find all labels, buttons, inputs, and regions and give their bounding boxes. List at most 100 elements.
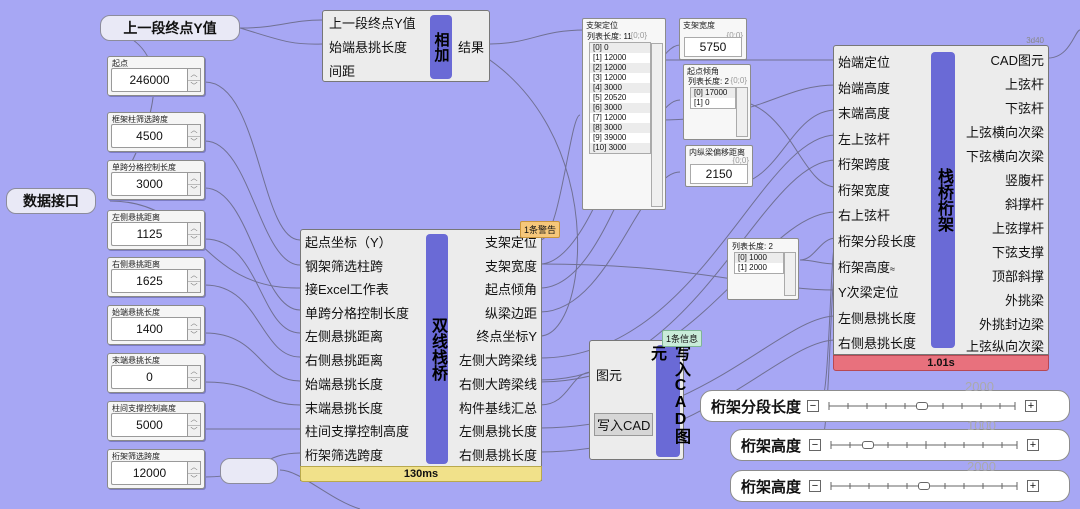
number-box-value[interactable]: 5000 [111, 413, 187, 437]
bridge-output[interactable]: 左侧大跨梁线 [459, 350, 537, 369]
truss-input[interactable]: 右侧悬挑长度 [838, 333, 916, 352]
truss-input[interactable]: 始端定位 [838, 52, 890, 71]
spinner[interactable]: ︿ ﹀ [187, 269, 201, 293]
truss-output[interactable]: 下弦横向次梁 [966, 146, 1044, 165]
bridge-input[interactable]: 柱间支撑控制高度 [305, 421, 409, 440]
slider-track[interactable]: 2000 [825, 379, 1019, 416]
slider-track[interactable]: 2000 [827, 459, 1021, 496]
truss-input[interactable]: 左侧悬挑长度 [838, 308, 916, 327]
truss-input[interactable]: 桁架高度≈ [838, 257, 895, 276]
relay-data-port[interactable]: 数据接口 [6, 188, 96, 214]
truss-output[interactable]: 下弦支撑 [992, 242, 1044, 261]
plus-button[interactable]: + [1027, 480, 1040, 492]
bridge-input[interactable]: 单跨分格控制长度 [305, 303, 409, 322]
bridge-input[interactable]: 起点坐标（Y） [305, 232, 392, 251]
slider-truss-height-1[interactable]: 桁架高度 − 1000 + [730, 418, 1070, 461]
input-start-cantilever[interactable]: 始端悬挑长度 [329, 37, 407, 56]
number-box-value[interactable]: 0 [111, 365, 187, 389]
truss-output[interactable]: 下弦杆 [1005, 98, 1044, 117]
truss-output[interactable]: 外挑梁 [1005, 290, 1044, 309]
bridge-input[interactable]: 末端悬挑长度 [305, 398, 383, 417]
slider-segment-length[interactable]: 桁架分段长度 − 2000 + [700, 379, 1070, 422]
number-box-truss-span[interactable]: 桁架筛选跨度 12000 ︿ ﹀ [107, 449, 205, 489]
truss-output[interactable]: 竖腹杆 [1005, 170, 1044, 189]
support-width-panel[interactable]: 支架宽度 {0;0} 5750 [679, 18, 747, 60]
height-list-panel[interactable]: 列表长度: 2 [0] 1000 [1] 2000 [727, 238, 799, 300]
spinner[interactable]: ︿ ﹀ [187, 172, 201, 196]
slider-knob[interactable] [916, 402, 929, 410]
spinner[interactable]: ︿ ﹀ [187, 413, 201, 437]
truss-component[interactable]: 3d40 始端定位 始端高度 末端高度 左上弦杆 桁架跨度 桁架宽度 右上弦杆 … [833, 36, 1049, 355]
truss-output[interactable]: 外挑封边梁 [979, 314, 1044, 333]
truss-input[interactable]: 桁架分段长度 [838, 231, 916, 250]
start-angle-panel[interactable]: 起点倾角 列表长度: 2 {0;0} [0] 17000 [1] 0 [683, 64, 751, 140]
plus-button[interactable]: + [1027, 439, 1040, 451]
bridge-output[interactable]: 纵梁边距 [485, 303, 537, 322]
number-box-value[interactable]: 3000 [111, 172, 187, 196]
bridge-input[interactable]: 桁架筛选跨度 [305, 445, 383, 464]
minus-button[interactable]: − [807, 400, 820, 412]
number-box-value[interactable]: 1400 [111, 317, 187, 341]
truss-input[interactable]: 右上弦杆 [838, 205, 890, 224]
truss-output[interactable]: 上弦杆 [1005, 74, 1044, 93]
bridge-output[interactable]: 起点倾角 [485, 279, 537, 298]
bridge-input[interactable]: 右侧悬挑距离 [305, 350, 383, 369]
truss-output[interactable]: 顶部斜撑 [992, 266, 1044, 285]
bridge-input[interactable]: 接Excel工作表 [305, 279, 389, 298]
slider-track[interactable]: 1000 [827, 418, 1021, 455]
scrollbar[interactable] [736, 87, 748, 137]
bridge-input[interactable]: 左侧悬挑距离 [305, 326, 383, 345]
plus-button[interactable]: + [1025, 400, 1038, 412]
input-element[interactable]: 图元 [596, 365, 622, 384]
spinner[interactable]: ︿ ﹀ [187, 124, 201, 148]
bridge-output[interactable]: 构件基线汇总 [459, 398, 537, 417]
relay-blank[interactable] [220, 458, 278, 484]
info-badge[interactable]: 1条信息 [662, 330, 703, 347]
truss-input[interactable]: 左上弦杆 [838, 129, 890, 148]
spinner[interactable]: ︿ ﹀ [187, 461, 201, 485]
bridge-output[interactable]: 支架宽度 [485, 256, 537, 275]
slider-truss-height-2[interactable]: 桁架高度 − 2000 + [730, 459, 1070, 502]
number-box-left-cantilever[interactable]: 左侧悬挑距离 1125 ︿ ﹀ [107, 210, 205, 250]
number-box-value[interactable]: 1125 [111, 222, 187, 246]
number-box-start[interactable]: 起点 246000 ︿ ﹀ [107, 56, 205, 96]
input-spacing[interactable]: 间距 [329, 61, 355, 80]
truss-input[interactable]: 桁架跨度 [838, 154, 890, 173]
truss-output[interactable]: 斜撑杆 [1005, 194, 1044, 213]
bridge-output[interactable]: 终点坐标Y [476, 326, 537, 345]
input-prev-y[interactable]: 上一段终点Y值 [329, 13, 416, 32]
scrollbar[interactable] [651, 43, 663, 207]
minus-button[interactable]: − [809, 439, 822, 451]
number-box-start-cantilever[interactable]: 始端悬挑长度 1400 ︿ ﹀ [107, 305, 205, 345]
number-box-value[interactable]: 1625 [111, 269, 187, 293]
support-position-panel[interactable]: 支架定位 列表长度: 11 {0;0} [0] 0 [1] 12000 [2] … [582, 18, 666, 210]
number-box-end-cantilever[interactable]: 末端悬挑长度 0 ︿ ﹀ [107, 353, 205, 393]
truss-input[interactable]: 桁架宽度 [838, 180, 890, 199]
number-box-value[interactable]: 12000 [111, 461, 187, 485]
truss-output[interactable]: 上弦横向次梁 [966, 122, 1044, 141]
output-result[interactable]: 结果 [458, 37, 484, 56]
warning-badge[interactable]: 1条警告 [520, 221, 561, 238]
number-box-span-control[interactable]: 单跨分格控制长度 3000 ︿ ﹀ [107, 160, 205, 200]
spinner[interactable]: ︿ ﹀ [187, 222, 201, 246]
minus-button[interactable]: − [809, 480, 822, 492]
bridge-output[interactable]: 右侧悬挑长度 [459, 445, 537, 464]
truss-input[interactable]: 末端高度 [838, 103, 890, 122]
number-box-value[interactable]: 4500 [111, 124, 187, 148]
cad-write-component[interactable]: 图元 写入CAD 写入CAD图元 [589, 340, 689, 460]
spinner[interactable]: ︿ ﹀ [187, 317, 201, 341]
inner-offset-panel[interactable]: 内纵梁偏移距离 {0;0} 2150 [685, 145, 753, 187]
bridge-output[interactable]: 左侧悬挑长度 [459, 421, 537, 440]
truss-output[interactable]: CAD图元 [991, 50, 1044, 69]
truss-input[interactable]: 始端高度 [838, 78, 890, 97]
spinner[interactable]: ︿ ﹀ [187, 365, 201, 389]
bridge-component[interactable]: 起点坐标（Y） 钢架筛选柱跨 接Excel工作表 单跨分格控制长度 左侧悬挑距离… [300, 229, 542, 481]
bridge-input[interactable]: 钢架筛选柱跨 [305, 256, 383, 275]
truss-output[interactable]: 上弦撑杆 [992, 218, 1044, 237]
bridge-input[interactable]: 始端悬挑长度 [305, 374, 383, 393]
number-box-value[interactable]: 246000 [111, 68, 187, 92]
spinner[interactable]: ︿ ﹀ [187, 68, 201, 92]
number-box-frame-span[interactable]: 框架柱筛选跨度 4500 ︿ ﹀ [107, 112, 205, 152]
slider-knob[interactable] [918, 482, 931, 490]
truss-input[interactable]: Y次梁定位 [838, 282, 899, 301]
